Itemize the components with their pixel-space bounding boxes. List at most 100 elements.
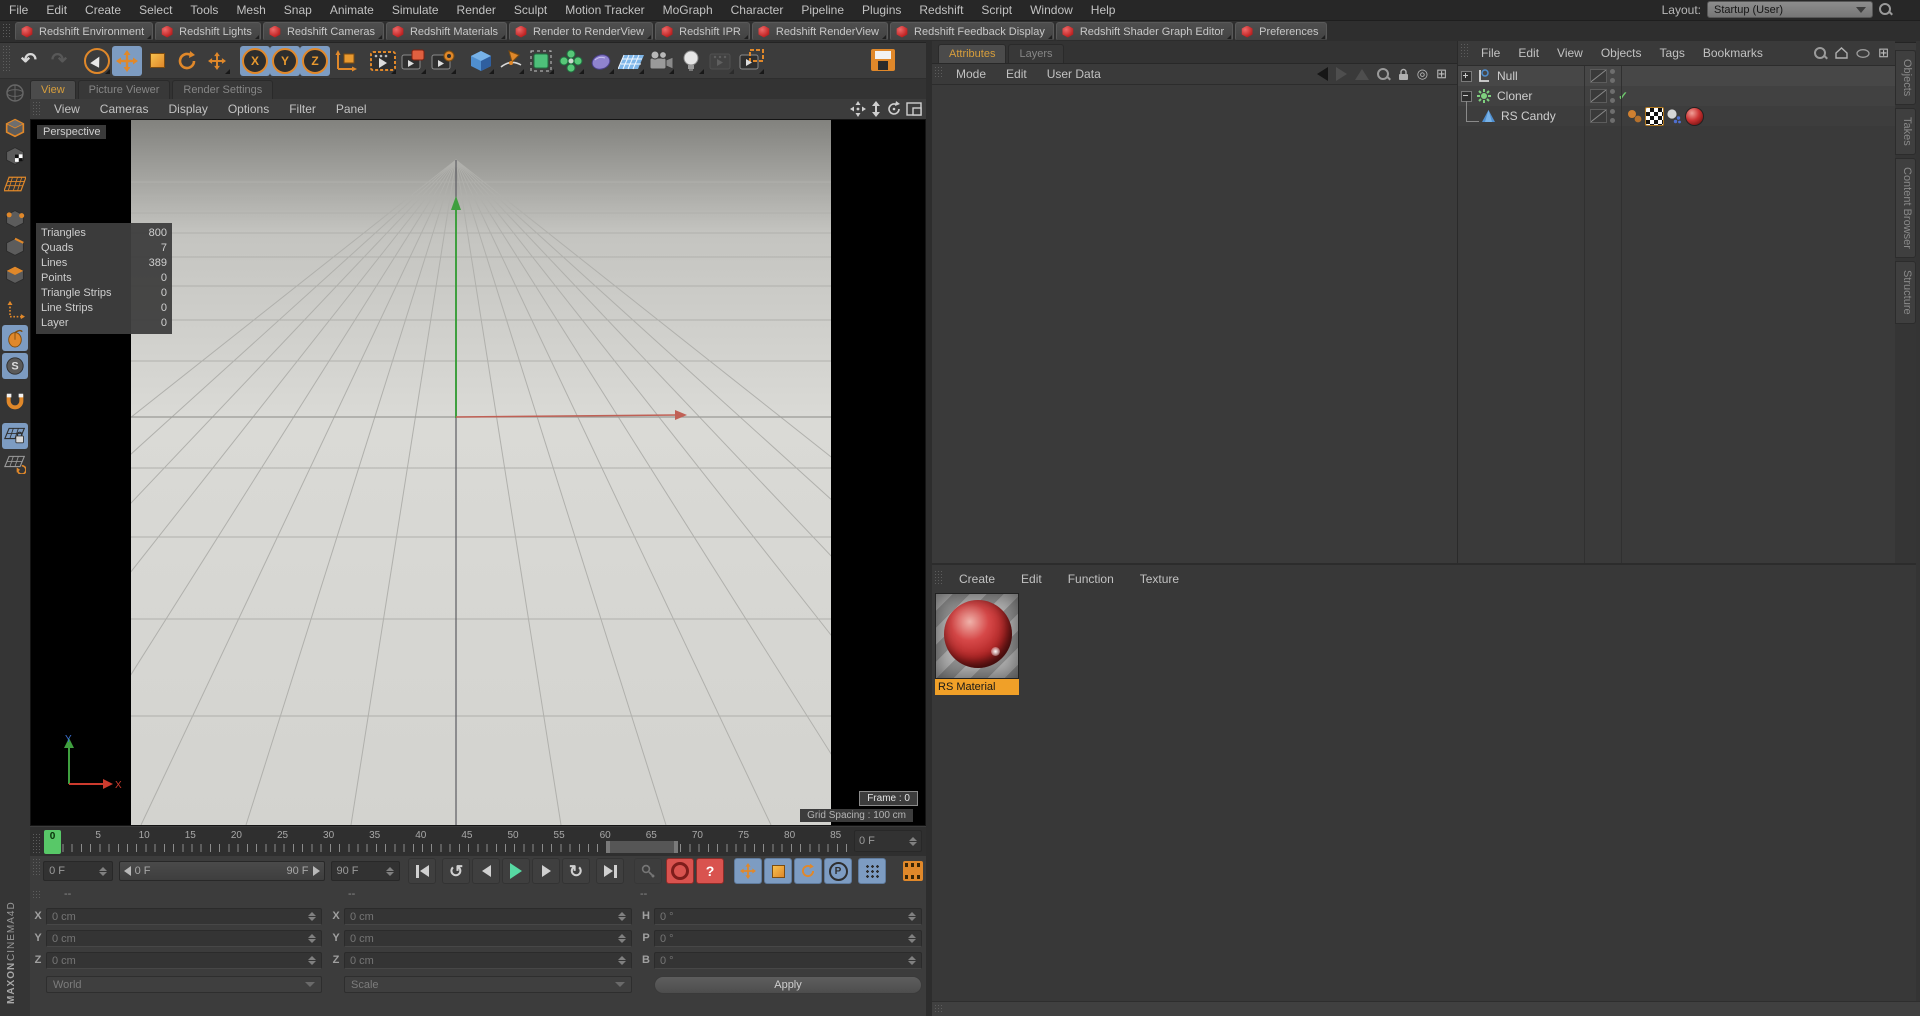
enable-axis-button[interactable] (2, 297, 28, 323)
scale-z-field[interactable]: 0 cm (344, 952, 632, 969)
tab-layers[interactable]: Layers (1008, 44, 1063, 63)
y-axis-lock-button[interactable]: Y (270, 46, 300, 76)
object-manager-menu-item[interactable]: Edit (1509, 46, 1548, 60)
new-panel-icon[interactable]: ⊞ (1878, 45, 1889, 61)
side-tab[interactable]: Content Browser (1895, 158, 1916, 258)
render-queue-button-disabled[interactable] (706, 46, 736, 76)
menu-item[interactable]: Pipeline (792, 3, 853, 17)
track-target-icon[interactable]: ◎ (1417, 66, 1428, 82)
snap-toggle-button[interactable]: S (2, 353, 28, 379)
history-back-icon[interactable] (1317, 67, 1328, 81)
key-scale-toggle[interactable] (764, 858, 792, 884)
texture-mode-button[interactable] (2, 143, 28, 169)
attributes-menu-item[interactable]: Mode (946, 67, 996, 81)
rotate-tool[interactable] (172, 46, 202, 76)
redshift-toolbar-button[interactable]: Redshift IPR (655, 22, 750, 41)
spinner-arrows[interactable] (386, 867, 394, 876)
menu-item[interactable]: Snap (275, 3, 321, 17)
scale-x-field[interactable]: 0 cm (344, 908, 632, 925)
model-mode-button[interactable] (2, 115, 28, 141)
goto-start-button[interactable] (408, 858, 436, 884)
autokey-button[interactable] (666, 858, 694, 884)
zoom-view-icon[interactable] (870, 101, 882, 117)
menu-item[interactable]: Redshift (910, 3, 972, 17)
menu-item[interactable]: Motion Tracker (556, 3, 653, 17)
rotate-view-icon[interactable] (886, 101, 902, 117)
menu-item[interactable]: Render (448, 3, 505, 17)
keying-help-button[interactable]: ? (696, 858, 724, 884)
menu-item[interactable]: Plugins (853, 3, 910, 17)
current-frame-field[interactable]: 0 F (43, 861, 113, 881)
spinner-arrows[interactable] (909, 837, 917, 846)
side-tab[interactable]: Structure (1895, 261, 1916, 324)
position-y-field[interactable]: 0 cm (46, 930, 322, 947)
layer-color-box[interactable] (1590, 109, 1607, 123)
camera-button[interactable] (646, 46, 676, 76)
object-row-null[interactable]: Null (1458, 66, 1895, 86)
range-left-arrow-icon[interactable] (124, 866, 131, 876)
material-item[interactable]: RS Material (935, 593, 1019, 695)
add-primitive-cube-button[interactable] (466, 46, 496, 76)
toolbar-grip[interactable] (2, 45, 11, 71)
object-name[interactable]: Null (1497, 69, 1518, 83)
camera-label[interactable]: Perspective (37, 125, 106, 139)
layout-select[interactable]: Startup (User) (1707, 1, 1873, 18)
material-menu-item[interactable]: Texture (1127, 572, 1192, 586)
quantize-magnet-button[interactable] (2, 388, 28, 414)
goto-previous-key-button[interactable]: ↻ (442, 858, 470, 884)
material-preview[interactable] (935, 593, 1019, 679)
redshift-toolbar-button[interactable]: Render to RenderView (509, 22, 653, 41)
tab-render-settings[interactable]: Render Settings (172, 80, 273, 99)
render-view-button[interactable] (368, 46, 398, 76)
viewport-menu-item[interactable]: View (44, 102, 90, 116)
menu-item[interactable]: File (0, 3, 37, 17)
spinner-arrows[interactable] (99, 867, 107, 876)
object-manager-menu-item[interactable]: File (1472, 46, 1509, 60)
scale-y-field[interactable]: 0 cm (344, 930, 632, 947)
redshift-toolbar-button[interactable]: Redshift Lights (155, 22, 261, 41)
next-frame-button[interactable] (532, 858, 560, 884)
panel-grip[interactable] (1460, 43, 1469, 57)
redshift-toolbar-button[interactable]: Redshift Shader Graph Editor (1056, 22, 1233, 41)
material-menu-item[interactable]: Edit (1008, 572, 1055, 586)
menu-item[interactable]: Tools (181, 3, 227, 17)
texture-tag-icon[interactable] (1645, 107, 1664, 126)
search-icon[interactable] (1377, 68, 1390, 81)
attributes-menu-item[interactable]: User Data (1037, 67, 1111, 81)
panel-grip[interactable] (32, 101, 41, 115)
record-keyframe-button-disabled[interactable] (634, 858, 662, 884)
expand-icon[interactable] (1461, 71, 1472, 82)
filter-eye-icon[interactable] (1856, 49, 1870, 58)
menu-item[interactable]: Window (1021, 3, 1082, 17)
object-name[interactable]: Cloner (1497, 89, 1532, 103)
panel-grip[interactable] (32, 890, 41, 900)
z-axis-lock-button[interactable]: Z (300, 46, 330, 76)
make-editable-button[interactable] (2, 80, 28, 106)
interactive-render-region-button[interactable] (736, 46, 766, 76)
render-settings-button[interactable] (428, 46, 458, 76)
panel-grip[interactable] (32, 858, 40, 876)
workplane-button[interactable] (2, 171, 28, 197)
rotation-b-field[interactable]: 0 ° (654, 952, 922, 969)
redshift-toolbar-button[interactable]: Redshift Materials (386, 22, 507, 41)
workplane-mode-button[interactable] (2, 451, 28, 477)
position-z-field[interactable]: 0 cm (46, 952, 322, 969)
visibility-dots[interactable] (1610, 89, 1615, 103)
previous-frame-button[interactable] (472, 858, 500, 884)
object-manager-menu-item[interactable]: View (1548, 46, 1592, 60)
mograph-color-tag-icon[interactable] (1626, 108, 1643, 125)
menu-item[interactable]: Sculpt (505, 3, 556, 17)
keyframe-presets-button[interactable] (900, 859, 926, 883)
live-selection-tool[interactable] (82, 46, 112, 76)
side-tab[interactable]: Takes (1895, 108, 1916, 155)
tweak-mode-button[interactable] (2, 325, 28, 351)
menu-item[interactable]: Help (1082, 3, 1125, 17)
generators-button[interactable] (526, 46, 556, 76)
redo-button[interactable]: ↷ (44, 46, 74, 76)
viewport-menu-item[interactable]: Panel (326, 102, 377, 116)
viewport-menu-item[interactable]: Options (218, 102, 279, 116)
search-icon[interactable] (1879, 3, 1892, 16)
object-row-cloner[interactable]: Cloner ✓ (1458, 86, 1895, 106)
lock-icon[interactable] (1398, 68, 1409, 81)
save-button[interactable] (868, 45, 898, 75)
